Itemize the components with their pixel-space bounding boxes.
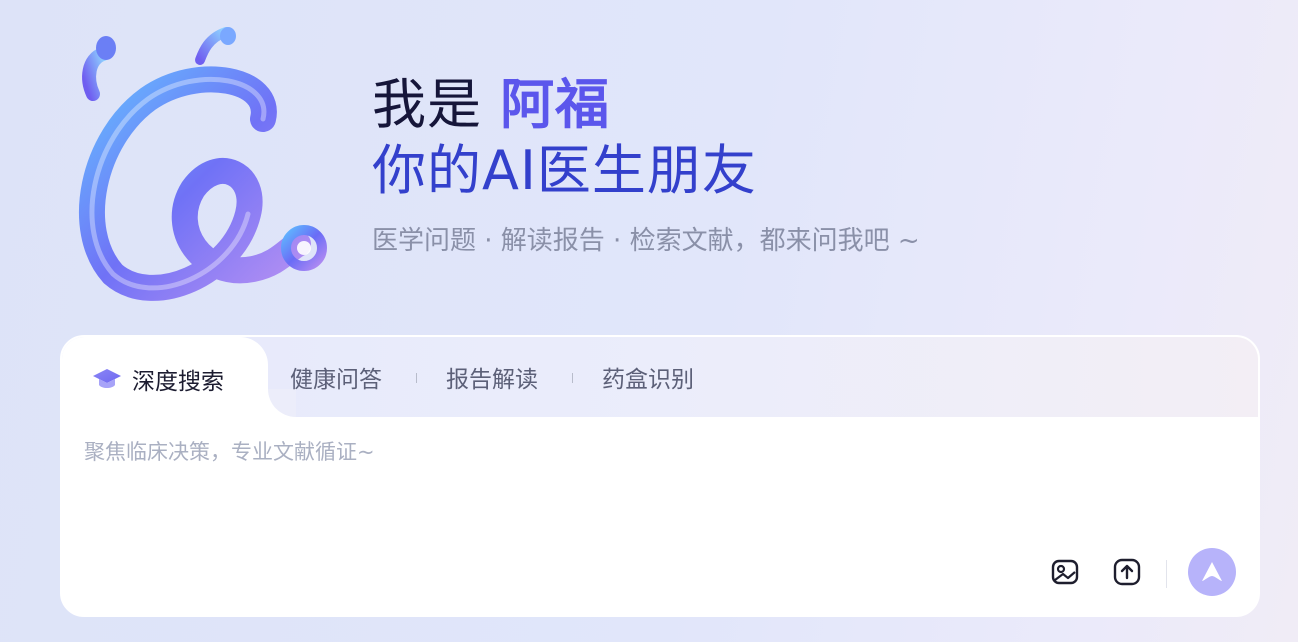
tab-deep-search-label: 深度搜索 <box>132 369 224 395</box>
graduation-cap-icon <box>93 369 121 388</box>
image-icon <box>1051 559 1079 585</box>
tab-divider <box>416 373 417 383</box>
question-input[interactable] <box>84 437 1234 537</box>
tab-bar: 深度搜索 健康问答 报告解读 药盒识别 <box>62 337 1258 421</box>
send-arrow-icon <box>1202 562 1222 581</box>
hero-greeting: 我是 阿福 <box>372 72 920 138</box>
afu-logo <box>79 27 327 301</box>
tab-health-qa[interactable]: 健康问答 <box>290 337 382 417</box>
upload-icon <box>1113 558 1141 586</box>
hero-name: 阿福 <box>500 73 611 136</box>
toolbar-divider <box>1166 560 1167 588</box>
tab-deep-search[interactable]: 深度搜索 <box>62 337 268 421</box>
upload-file-button[interactable] <box>1110 555 1144 589</box>
tab-divider <box>572 373 573 383</box>
hero-tagline: 你的AI医生朋友 <box>372 139 757 202</box>
tab-report-reading[interactable]: 报告解读 <box>446 337 538 417</box>
hero-subtitle: 医学问题 · 解读报告 · 检索文献，都来问我吧 ~ <box>372 226 920 256</box>
tab-pillbox-recognition[interactable]: 药盒识别 <box>602 337 694 417</box>
hero: 我是 阿福 你的AI医生朋友 医学问题 · 解读报告 · 检索文献，都来问我吧 … <box>372 72 920 258</box>
chat-card: 深度搜索 健康问答 报告解读 药盒识别 <box>60 335 1260 617</box>
hero-intro: 我是 <box>372 73 482 136</box>
upload-image-button[interactable] <box>1048 555 1082 589</box>
send-button[interactable] <box>1188 548 1236 596</box>
